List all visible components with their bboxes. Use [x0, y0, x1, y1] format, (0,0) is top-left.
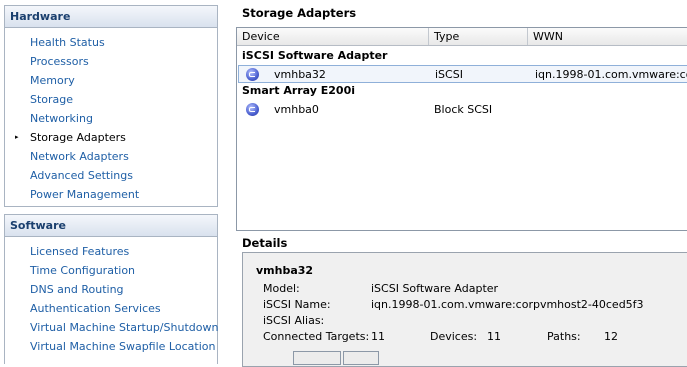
hardware-header: Hardware — [5, 6, 217, 28]
iscsi-name-value: iqn.1998-01.com.vmware:corpvmhost2-40ced… — [371, 298, 644, 311]
storage-adapters-title: Storage Adapters — [242, 6, 357, 20]
table-header: Device Type WWN — [237, 28, 687, 46]
software-header: Software — [5, 215, 217, 237]
nav-vm-startup-shutdown[interactable]: Virtual Machine Startup/Shutdown — [5, 318, 218, 337]
nav-health-status[interactable]: Health Status — [5, 33, 217, 52]
details-view-button[interactable] — [293, 351, 341, 365]
nav-dns-and-routing[interactable]: DNS and Routing — [5, 280, 217, 299]
nav-authentication-services[interactable]: Authentication Services — [5, 299, 217, 318]
connected-targets-label: Connected Targets: — [263, 330, 370, 343]
nav-processors[interactable]: Processors — [5, 52, 217, 71]
model-value: iSCSI Software Adapter — [371, 282, 499, 295]
iscsi-alias-label: iSCSI Alias: — [263, 314, 325, 327]
column-wwn[interactable]: WWN — [528, 28, 687, 45]
software-panel: Software Licensed Features Time Configur… — [4, 214, 218, 364]
devices-value: 11 — [487, 330, 501, 343]
adapter-icon — [246, 68, 259, 81]
nav-licensed-features[interactable]: Licensed Features — [5, 242, 217, 261]
table-row[interactable]: vmhba32 iSCSI iqn.1998-01.com.vmware:cor… — [238, 65, 687, 83]
nav-storage-adapters-label: Storage Adapters — [30, 131, 126, 144]
nav-network-adapters[interactable]: Network Adapters — [5, 147, 217, 166]
nav-vm-swapfile-location[interactable]: Virtual Machine Swapfile Location — [5, 337, 217, 356]
details-title: Details — [242, 236, 288, 250]
wwn-cell: iqn.1998-01.com.vmware:corpvmhost2-40ced… — [535, 68, 687, 81]
details-panel: vmhba32 Model: iSCSI Software Adapter iS… — [242, 252, 687, 367]
nav-advanced-settings[interactable]: Advanced Settings — [5, 166, 217, 185]
nav-storage[interactable]: Storage — [5, 90, 217, 109]
table-row[interactable]: vmhba0 Block SCSI — [238, 101, 687, 119]
selected-arrow-icon: ▸ — [15, 133, 19, 141]
software-nav: Licensed Features Time Configuration DNS… — [5, 237, 218, 356]
hardware-panel: Hardware Health Status Processors Memory… — [4, 5, 218, 207]
column-device[interactable]: Device — [237, 28, 429, 45]
device-cell: vmhba0 — [274, 103, 319, 116]
nav-power-management[interactable]: Power Management — [5, 185, 217, 204]
paths-label: Paths: — [547, 330, 581, 343]
type-cell: Block SCSI — [434, 103, 493, 116]
nav-memory[interactable]: Memory — [5, 71, 217, 90]
type-cell: iSCSI — [435, 68, 463, 81]
iscsi-name-label: iSCSI Name: — [263, 298, 331, 311]
details-adapter-name: vmhba32 — [256, 264, 314, 277]
nav-time-configuration[interactable]: Time Configuration — [5, 261, 217, 280]
column-type[interactable]: Type — [429, 28, 528, 45]
nav-networking[interactable]: Networking — [5, 109, 217, 128]
paths-value: 12 — [604, 330, 618, 343]
storage-adapters-table: Device Type WWN iSCSI Software Adapter v… — [236, 27, 687, 231]
adapter-icon — [246, 103, 259, 116]
devices-label: Devices: — [430, 330, 478, 343]
group-iscsi-software-adapter: iSCSI Software Adapter — [242, 49, 388, 62]
device-cell: vmhba32 — [274, 68, 326, 81]
model-label: Model: — [263, 282, 300, 295]
hardware-nav: Health Status Processors Memory Storage … — [5, 28, 217, 204]
connected-targets-value: 11 — [371, 330, 385, 343]
group-smart-array-e200i: Smart Array E200i — [242, 84, 356, 97]
nav-storage-adapters[interactable]: ▸ Storage Adapters — [5, 128, 217, 147]
details-view-button-2[interactable] — [343, 351, 379, 365]
